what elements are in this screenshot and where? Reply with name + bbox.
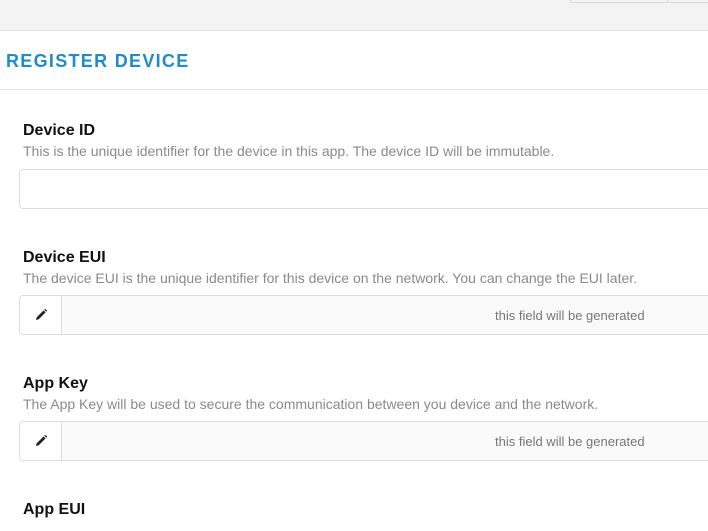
pencil-icon [35, 308, 47, 320]
device-eui-placeholder: this field will be generated [495, 308, 645, 323]
top-bar [0, 0, 708, 31]
app-key-description: The App Key will be used to secure the c… [23, 396, 599, 412]
device-id-description: This is the unique identifier for the de… [23, 143, 555, 159]
device-eui-description: The device EUI is the unique identifier … [23, 270, 638, 286]
device-id-input[interactable] [19, 169, 708, 209]
device-eui-edit-button[interactable] [20, 296, 62, 334]
app-eui-label: App EUI [23, 501, 86, 518]
device-eui-label: Device EUI [23, 249, 106, 266]
app-key-edit-button[interactable] [20, 422, 62, 460]
top-bar-tab[interactable] [570, 0, 668, 3]
device-id-label: Device ID [23, 122, 96, 139]
top-bar-tab[interactable] [667, 0, 708, 3]
page-title: REGISTER DEVICE [6, 51, 190, 71]
device-eui-input[interactable]: this field will be generated [19, 295, 708, 335]
app-key-label: App Key [23, 375, 88, 392]
pencil-icon [35, 434, 47, 446]
app-key-input[interactable]: this field will be generated [19, 421, 708, 461]
page-header: REGISTER DEVICE [0, 31, 708, 90]
app-key-placeholder: this field will be generated [495, 434, 645, 449]
